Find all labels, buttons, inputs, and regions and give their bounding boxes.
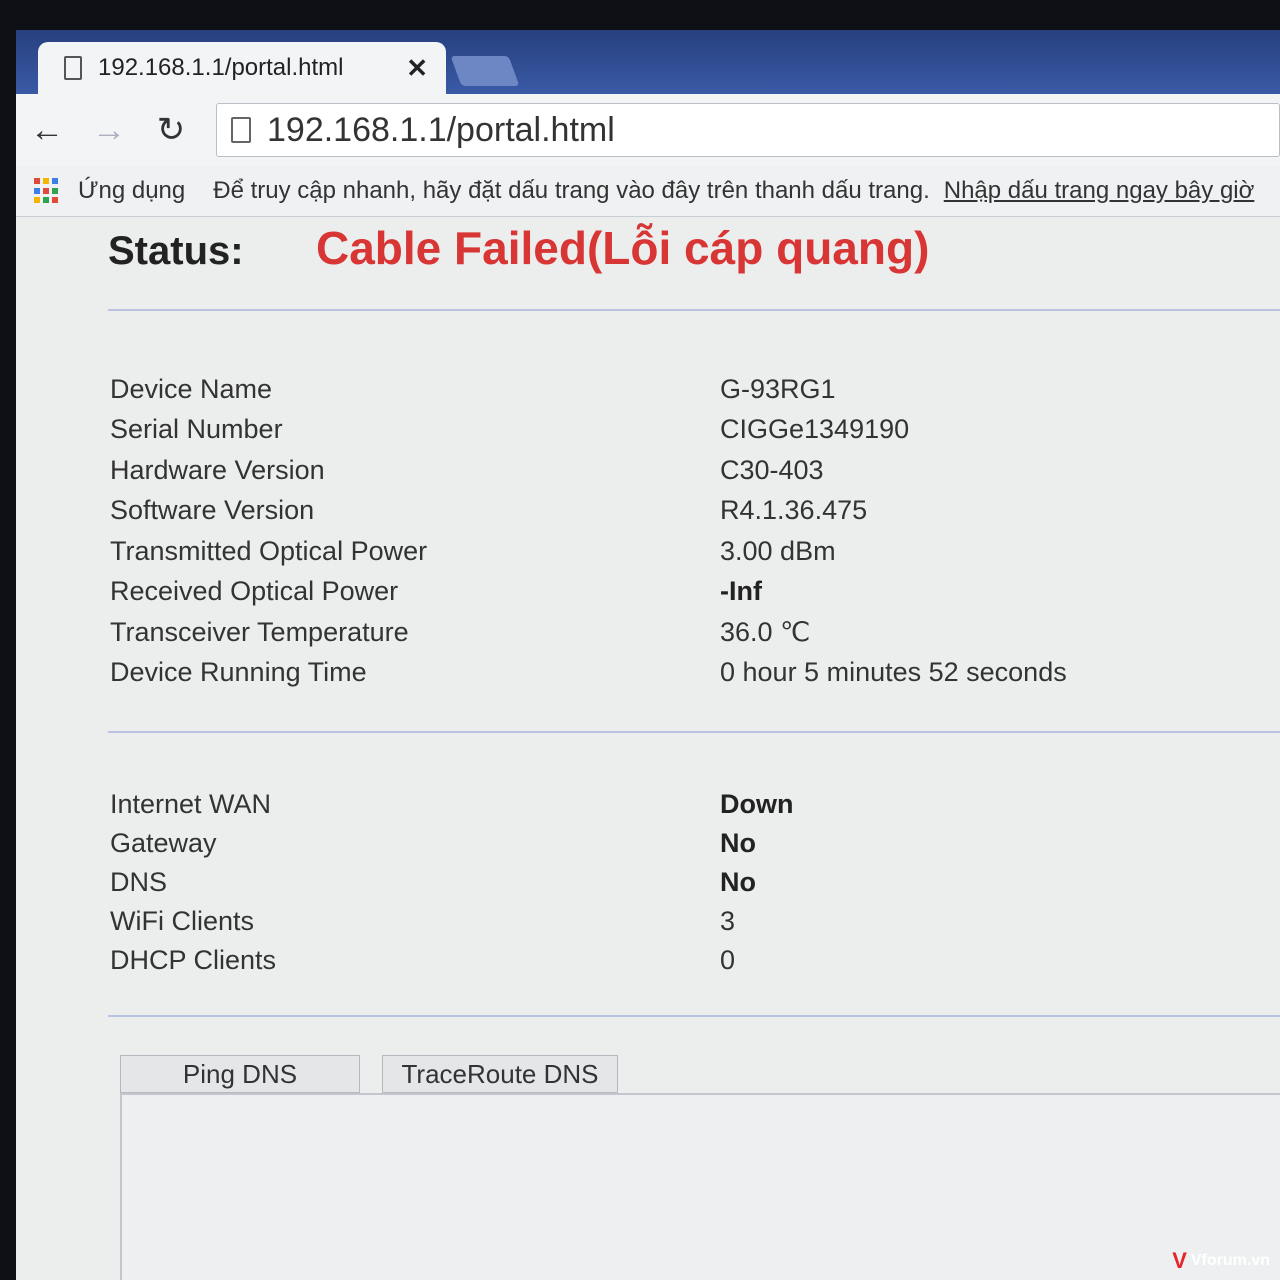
page-icon [231,117,251,143]
diagnostic-buttons: Ping DNS TraceRoute DNS [120,1055,640,1093]
info-key: Internet WAN [110,789,272,819]
info-value: -Inf [720,576,762,607]
info-key: Serial Number [110,414,283,445]
bookmarks-bar: Ứng dụng Để truy cập nhanh, hãy đặt dấu … [16,166,1280,217]
bookmark-bar-hint: Để truy cập nhanh, hãy đặt dấu trang vào… [213,177,930,204]
divider [108,1015,1280,1017]
info-key: DNS [110,867,168,897]
info-key: Received Optical Power [110,576,399,607]
device-info-list: Device Name G-93RG1 Serial Number CIGGe134… [110,369,1067,693]
info-row: Transmitted Optical Power 3.00 dBm [110,531,1067,572]
tab-strip: 192.168.1.1/portal.html ✕ [16,30,1280,94]
divider [108,309,1280,311]
info-row: Device Name G-93RG1 [110,369,1067,410]
divider [108,731,1280,733]
info-value: 0 hour 5 minutes 52 seconds [720,657,1067,688]
info-row: Device Running Time 0 hour 5 minutes 52 s… [110,653,1067,694]
close-tab-icon[interactable]: ✕ [406,53,428,84]
info-value: 3 [720,906,736,936]
browser-tab[interactable]: 192.168.1.1/portal.html ✕ [38,42,446,94]
info-key: Device Running Time [110,657,367,688]
info-key: Transceiver Temperature [110,616,409,647]
info-value: No [720,828,756,858]
site-watermark: V Vforum.vn [1172,1248,1270,1274]
info-row: DHCP Clients 0 [110,941,794,980]
watermark-text: Vforum.vn [1190,1252,1270,1269]
address-bar-url[interactable]: 192.168.1.1/portal.html [267,111,615,150]
import-bookmarks-link[interactable]: Nhập dấu trang ngay bây giờ [944,177,1255,205]
address-bar[interactable]: 192.168.1.1/portal.html [216,103,1280,157]
info-value: No [720,867,756,897]
info-value: 3.00 dBm [720,535,836,566]
info-row: Transceiver Temperature 36.0 ℃ [110,612,1067,653]
info-row: Serial Number CIGGe1349190 [110,410,1067,451]
reload-icon[interactable]: ↻ [140,110,202,150]
info-row: Gateway No [110,824,794,863]
info-row: Software Version R4.1.36.475 [110,491,1067,532]
info-row: Received Optical Power -Inf [110,572,1067,613]
info-value: 36.0 ℃ [720,616,811,647]
new-tab-button[interactable] [450,56,520,86]
status-row: Status: Cable Failed(Lỗi cáp quang) [108,221,929,275]
info-value: 0 [720,945,736,975]
info-value: Down [720,789,794,819]
status-value: Cable Failed(Lỗi cáp quang) [316,222,930,274]
network-info-list: Internet WAN Down Gateway No DNS No WiFi Cl… [110,785,794,980]
bookmark-apps-label[interactable]: Ứng dụng [78,177,185,205]
info-row: Hardware Version C30-403 [110,450,1067,491]
traceroute-dns-button[interactable]: TraceRoute DNS [382,1055,618,1093]
info-key: Device Name [110,373,273,404]
info-key: Software Version [110,495,315,526]
info-key: Gateway [110,828,217,858]
info-key: WiFi Clients [110,906,255,936]
info-key: DHCP Clients [110,945,277,975]
info-row: Internet WAN Down [110,785,794,824]
info-value: CIGGe1349190 [720,414,910,445]
info-key: Transmitted Optical Power [110,535,428,566]
browser-window: 192.168.1.1/portal.html ✕ ← → ↻ 192.168.… [16,30,1280,1280]
info-value: G-93RG1 [720,373,836,404]
status-label: Status: [108,229,244,273]
page-icon [64,56,82,80]
watermark-logo-icon: V [1172,1248,1187,1273]
info-key: Hardware Version [110,454,325,485]
info-value: R4.1.36.475 [720,495,868,526]
forward-arrow-icon[interactable]: → [78,111,140,150]
ping-dns-button[interactable]: Ping DNS [120,1055,360,1093]
info-value: C30-403 [720,454,824,485]
info-row: DNS No [110,863,794,902]
back-arrow-icon[interactable]: ← [16,111,78,150]
tab-title: 192.168.1.1/portal.html [98,54,344,81]
apps-grid-icon[interactable] [34,178,60,204]
router-status-page: Status: Cable Failed(Lỗi cáp quang) Devi… [16,217,1280,1280]
info-row: WiFi Clients 3 [110,902,794,941]
browser-toolbar: ← → ↻ 192.168.1.1/portal.html [16,94,1280,166]
diagnostic-output-box [120,1093,1280,1280]
